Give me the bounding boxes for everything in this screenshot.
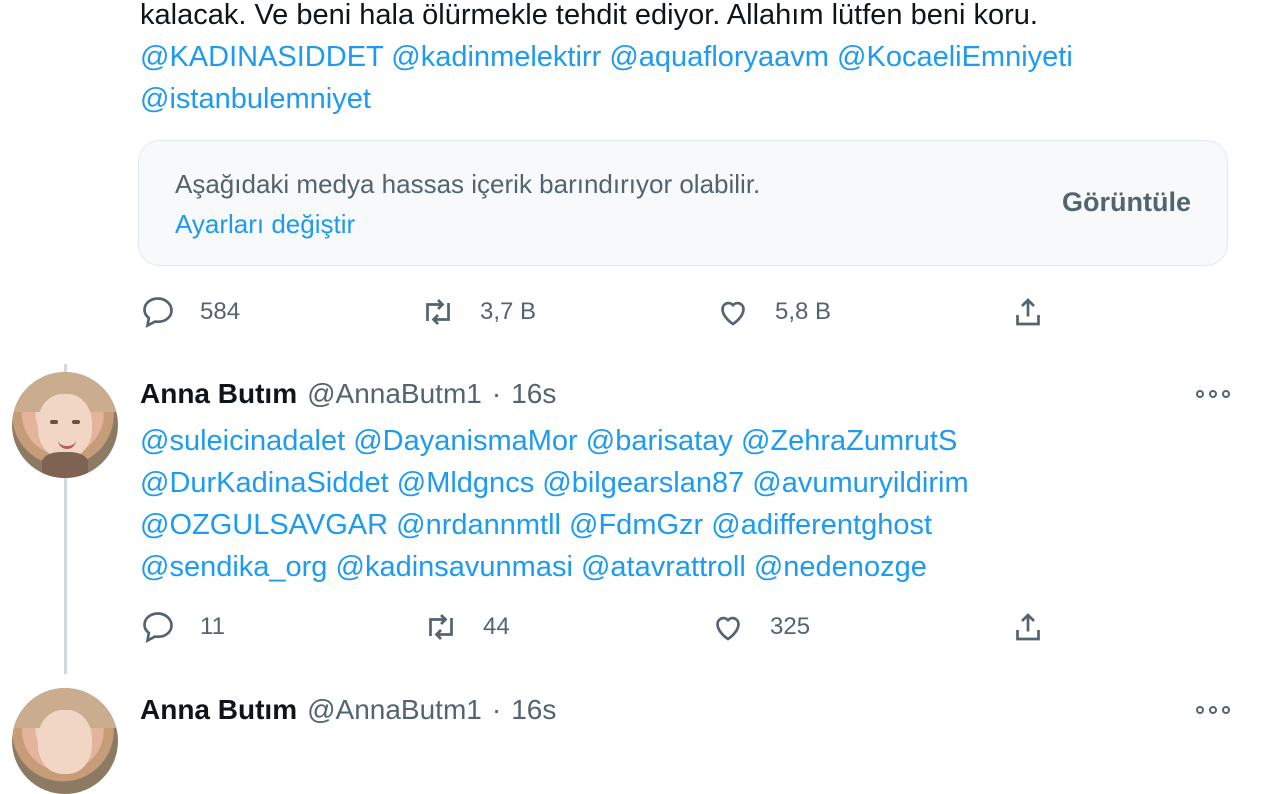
mention-link[interactable]: @suleicinadalet [140, 425, 345, 457]
mention-link[interactable]: @avumuryildirim [752, 467, 968, 499]
more-button[interactable] [1196, 384, 1230, 404]
mention-link[interactable]: @DurKadinaSiddet [140, 467, 389, 499]
avatar[interactable] [12, 372, 118, 478]
author-handle[interactable]: @AnnaButm1 [307, 378, 482, 409]
separator-dot: · [491, 378, 502, 409]
mention-link[interactable]: @barisatay [586, 425, 733, 457]
mention-link[interactable]: @ZehraZumrutS [741, 425, 957, 457]
mention-link[interactable]: @kadinsavunmasi [336, 551, 573, 583]
author-handle[interactable]: @AnnaButm1 [307, 694, 482, 725]
sensitive-media-notice: Aşağıdaki medya hassas içerik barındırıy… [138, 140, 1228, 266]
more-icon [1196, 390, 1204, 398]
mention-link[interactable]: @adifferentghost [711, 509, 932, 541]
like-count: 325 [770, 613, 811, 640]
like-button[interactable]: 325 [710, 607, 810, 647]
mention-link[interactable]: @nrdannmtll [396, 509, 561, 541]
retweet-count: 3,7 B [480, 298, 537, 325]
mention-link[interactable]: @istanbulemniyet [140, 83, 371, 115]
reply-button[interactable]: 11 [140, 607, 225, 647]
tweet-header: Anna Butım @AnnaButm1 · 16s [140, 378, 556, 410]
reply-icon [143, 297, 173, 328]
more-icon [1196, 706, 1204, 714]
tweet-text: kalacak. Ve beni hala ölürmekle tehdit e… [140, 0, 1240, 120]
retweet-button[interactable]: 44 [423, 607, 510, 647]
mention-link[interactable]: @FdmGzr [569, 509, 703, 541]
author-name[interactable]: Anna Butım [140, 694, 297, 725]
mention-link[interactable]: @kadinmelektirr [391, 41, 601, 73]
like-icon [716, 616, 740, 641]
mention-link[interactable]: @Mldgncs [397, 467, 534, 499]
author-name[interactable]: Anna Butım [140, 378, 297, 409]
share-button[interactable] [1010, 292, 1070, 332]
mention-link[interactable]: @aquafloryaavm [609, 41, 829, 73]
reply-count: 584 [200, 298, 241, 325]
retweet-button[interactable]: 3,7 B [420, 292, 536, 332]
tweet-header: Anna Butım @AnnaButm1 · 16s [140, 694, 556, 726]
mention-link[interactable]: @nedenozge [754, 551, 927, 583]
share-icon [1016, 613, 1040, 641]
timestamp[interactable]: 16s [511, 694, 556, 725]
retweet-icon [429, 614, 453, 640]
reply-count: 11 [200, 613, 225, 640]
mention-link[interactable]: @bilgearslan87 [542, 467, 744, 499]
change-settings-link[interactable]: Ayarları değiştir [175, 209, 355, 240]
like-count: 5,8 B [775, 298, 832, 325]
more-button[interactable] [1196, 700, 1230, 720]
avatar[interactable] [12, 688, 118, 794]
tweet-actions: 11 44 325 [140, 607, 1240, 647]
mention-link[interactable]: @DayanismaMor [353, 425, 577, 457]
tweet-actions: 584 3,7 B 5,8 B [140, 292, 1240, 332]
like-icon [721, 301, 745, 326]
view-media-button[interactable]: Görüntüle [1062, 187, 1191, 218]
sensitive-message: Aşağıdaki medya hassas içerik barındırıy… [175, 169, 761, 199]
share-icon [1016, 298, 1040, 326]
separator-dot: · [491, 694, 502, 725]
mention-link[interactable]: @atavrattroll [581, 551, 746, 583]
mention-link[interactable]: @KADINASIDDET [140, 41, 383, 73]
reply-icon [143, 612, 173, 643]
tweet-text-line: kalacak. Ve beni hala ölürmekle tehdit e… [140, 0, 1038, 31]
mention-link[interactable]: @OZGULSAVGAR [140, 509, 388, 541]
reply-text: @suleicinadalet @DayanismaMor @barisatay… [140, 420, 1240, 588]
reply-button[interactable]: 584 [140, 292, 240, 332]
retweet-icon [426, 299, 450, 325]
mention-link[interactable]: @KocaeliEmniyeti [837, 41, 1073, 73]
share-button[interactable] [1010, 607, 1070, 647]
like-button[interactable]: 5,8 B [715, 292, 831, 332]
retweet-count: 44 [483, 613, 510, 640]
mention-link[interactable]: @sendika_org [140, 551, 327, 583]
timestamp[interactable]: 16s [511, 378, 556, 409]
